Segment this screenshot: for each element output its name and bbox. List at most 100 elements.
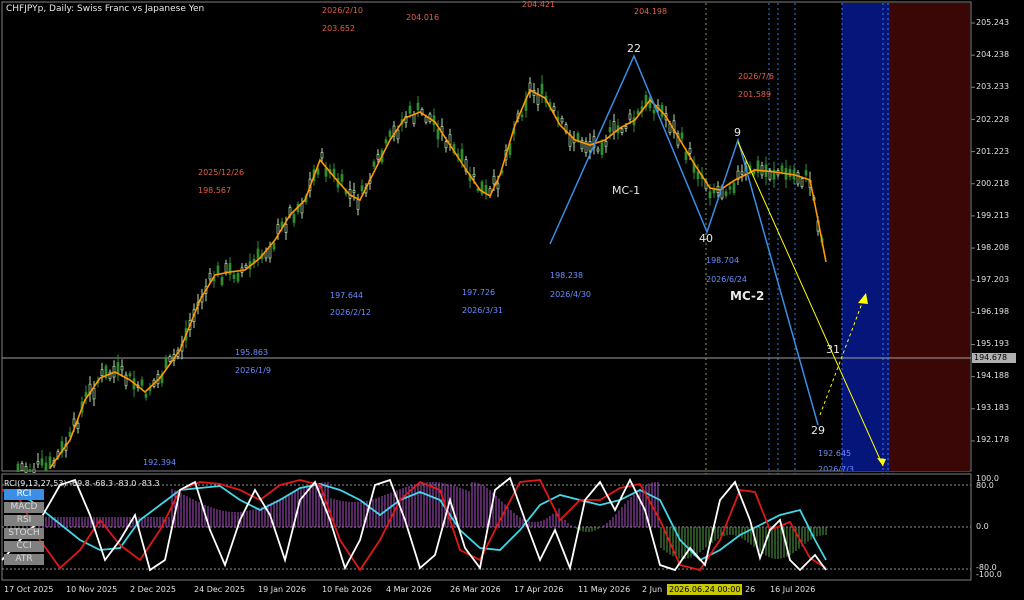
- candle-body: [224, 263, 228, 273]
- mc1-label: MC-1: [612, 184, 641, 197]
- candle-body: [732, 182, 736, 194]
- candle-body: [120, 366, 124, 371]
- candle-body: [412, 114, 416, 124]
- candle-body: [620, 128, 624, 133]
- candle-body: [168, 356, 172, 362]
- candle-body: [652, 109, 656, 114]
- price-tick: 194.188: [976, 371, 1010, 380]
- annotation-date: 2026/1/9: [235, 366, 271, 375]
- candle-body: [100, 369, 104, 376]
- annotation-price: 198.238: [550, 271, 584, 280]
- ind-level-label: 0.0: [976, 522, 989, 531]
- candle-body: [340, 174, 344, 182]
- candle-body: [320, 152, 324, 159]
- candle-body: [284, 223, 288, 233]
- candle-body: [256, 248, 260, 259]
- candle-body: [680, 132, 684, 139]
- candle-body: [376, 154, 380, 160]
- candle-body: [72, 418, 76, 426]
- annotation-price: 201.589: [738, 90, 772, 99]
- price-tick: 201.223: [976, 147, 1010, 156]
- candle-body: [708, 191, 712, 199]
- time-tick: 16 Jul 2026: [770, 585, 816, 594]
- candle-body: [496, 183, 500, 190]
- candle-body: [68, 431, 72, 437]
- candle-body: [244, 265, 248, 268]
- annotation-price: 195.863: [235, 348, 269, 357]
- candle-body: [684, 151, 688, 160]
- mc2-label: MC-2: [730, 289, 765, 303]
- candle-body: [144, 393, 148, 398]
- atr-button[interactable]: ATR: [4, 554, 44, 565]
- candle-body: [788, 168, 792, 177]
- candle-body: [24, 466, 28, 473]
- time-tick: 10 Nov 2025: [66, 585, 118, 594]
- wave-label: 9: [734, 126, 741, 139]
- time-tick: 2 Jun: [642, 585, 663, 594]
- annotation-price: 198.704: [706, 256, 740, 265]
- candle-body: [292, 213, 296, 223]
- candle-body: [804, 170, 808, 176]
- price-tick: 199.213: [976, 211, 1010, 220]
- red-zone: [890, 3, 970, 471]
- time-cursor-badge: 2026.06.24 00:00: [667, 584, 743, 595]
- annotation-date: 2026/7/6: [738, 72, 774, 81]
- rci-button[interactable]: RCI: [4, 489, 44, 500]
- candle-body: [600, 142, 604, 155]
- annotation-price: 197.644: [330, 291, 364, 300]
- candle-body: [492, 175, 496, 185]
- price-tick: 205.243: [976, 18, 1010, 27]
- candle-body: [220, 277, 224, 285]
- candle-body: [28, 468, 32, 473]
- candle-body: [628, 113, 632, 120]
- chart-canvas[interactable]: [0, 0, 1024, 600]
- time-tick: 24 Dec 2025: [194, 585, 246, 594]
- candle-body: [408, 105, 412, 114]
- candle-body: [604, 141, 608, 147]
- chart-title: CHFJPYp, Daily: Swiss Franc vs Japanese …: [6, 4, 205, 14]
- candle-body: [208, 272, 212, 280]
- candle-body: [800, 178, 804, 187]
- time-tick: 17 Apr 2026: [514, 585, 564, 594]
- candle-body: [688, 148, 692, 154]
- candle-body: [444, 141, 448, 149]
- annotation-price: 192.645: [818, 449, 852, 458]
- annotation-date: 2026/3/31: [462, 306, 504, 315]
- candle-body: [536, 94, 540, 105]
- candle-body: [796, 172, 800, 185]
- candle-body: [300, 203, 304, 214]
- time-tick: 4 Mar 2026: [386, 585, 432, 594]
- candle-body: [560, 117, 564, 123]
- stoch-button[interactable]: STOCH: [4, 528, 44, 539]
- candle-body: [520, 114, 524, 118]
- candle-body: [388, 130, 392, 137]
- wave-label: 29: [811, 424, 825, 437]
- price-tick: 193.183: [976, 403, 1010, 412]
- candle-body: [360, 185, 364, 192]
- candle-body: [540, 83, 544, 95]
- candle-body: [484, 185, 488, 194]
- price-tick: 204.238: [976, 50, 1010, 59]
- candle-body: [780, 165, 784, 172]
- rsi-button[interactable]: RSI: [4, 515, 44, 526]
- candle-body: [272, 242, 276, 250]
- candle-body: [724, 191, 728, 196]
- candle-body: [648, 96, 652, 109]
- annotation-price: 197.726: [462, 288, 496, 297]
- candle-body: [116, 362, 120, 373]
- annotation-date: 2025/12/26: [198, 168, 245, 177]
- time-tick: 26 Mar 2026: [450, 585, 501, 594]
- price-tick: 203.233: [976, 82, 1010, 91]
- candle-body: [44, 462, 48, 471]
- candle-body: [236, 273, 240, 282]
- time-tick: 26: [745, 585, 756, 594]
- macd-button[interactable]: MACD: [4, 502, 44, 513]
- indicator-header: RCI(9,13,27,53) -69.8 -68.3 -83.0 -83.3: [4, 479, 160, 488]
- candle-body: [232, 274, 236, 279]
- annotation-date: 2026/7/3: [818, 465, 854, 471]
- candle-body: [16, 463, 20, 473]
- ind-level-label: 80.0: [976, 481, 994, 490]
- price-tick: 195.193: [976, 339, 1010, 348]
- cci-button[interactable]: CCI: [4, 541, 44, 552]
- candle-body: [216, 265, 220, 274]
